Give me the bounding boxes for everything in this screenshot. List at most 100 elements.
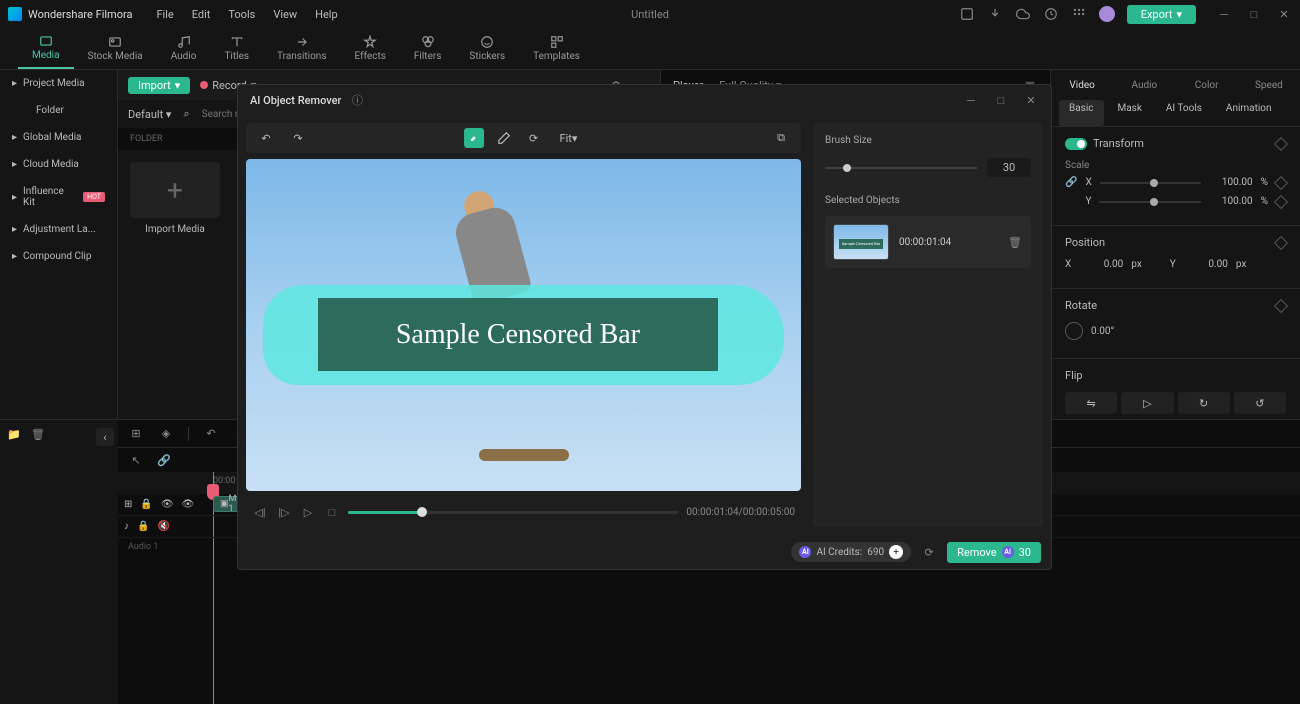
menu-help[interactable]: Help bbox=[315, 8, 338, 21]
magnet-icon[interactable]: ⊞ bbox=[128, 426, 144, 442]
flip-h-button[interactable]: ⇋ bbox=[1065, 392, 1117, 414]
compare-icon[interactable]: ⧉ bbox=[771, 128, 791, 148]
modal-scrubber[interactable] bbox=[348, 511, 678, 514]
scale-y-slider[interactable] bbox=[1099, 201, 1200, 203]
bin-icon[interactable]: 🗑 bbox=[30, 426, 46, 442]
keyframe-icon[interactable] bbox=[1274, 175, 1288, 189]
add-credits-button[interactable]: + bbox=[889, 545, 903, 559]
tab-stock[interactable]: Stock Media bbox=[74, 28, 157, 69]
undo-icon[interactable]: ↶ bbox=[203, 426, 219, 442]
import-button[interactable]: Import ▾ bbox=[128, 77, 190, 94]
history-icon[interactable] bbox=[1043, 6, 1059, 22]
sidebar-item-compound[interactable]: ▸Compound Clip bbox=[0, 243, 117, 270]
download-icon[interactable] bbox=[987, 6, 1003, 22]
brush-size-slider[interactable] bbox=[825, 167, 977, 169]
stop-icon[interactable]: □ bbox=[324, 504, 340, 520]
cloud-icon[interactable] bbox=[1015, 6, 1031, 22]
apps-icon[interactable] bbox=[1071, 6, 1087, 22]
refresh-icon[interactable]: ⟳ bbox=[921, 544, 937, 560]
import-media-card[interactable]: +Import Media bbox=[130, 162, 220, 235]
tab-media[interactable]: Media bbox=[18, 28, 74, 69]
next-frame-icon[interactable]: |▷ bbox=[276, 504, 292, 520]
tab-video[interactable]: Video bbox=[1051, 70, 1113, 100]
preview-canvas[interactable]: Sample Censored Bar bbox=[246, 159, 801, 491]
subtab-anim[interactable]: Animation bbox=[1216, 100, 1282, 126]
selected-object-item[interactable]: Sample Censored Bar 00:00:01:04 🗑 bbox=[825, 216, 1031, 268]
redo-icon[interactable]: ↷ bbox=[288, 128, 308, 148]
titlebar: Wondershare Filmora File Edit Tools View… bbox=[0, 0, 1300, 28]
play-icon[interactable]: ▷ bbox=[300, 504, 316, 520]
ai-credits-badge: AI AI Credits: 690 + bbox=[791, 542, 911, 562]
keyframe-icon[interactable] bbox=[1274, 235, 1288, 249]
flip-v-button[interactable]: ▷ bbox=[1121, 392, 1173, 414]
tab-audio-r[interactable]: Audio bbox=[1113, 70, 1175, 100]
remove-button[interactable]: Remove AI 30 bbox=[947, 542, 1041, 563]
undo-icon[interactable]: ↶ bbox=[256, 128, 276, 148]
delete-selection-icon[interactable]: 🗑 bbox=[1007, 234, 1023, 250]
subtab-ai[interactable]: AI Tools bbox=[1156, 100, 1212, 126]
modal-close-icon[interactable]: ✕ bbox=[1023, 92, 1039, 108]
keyframe-icon[interactable] bbox=[1274, 136, 1288, 150]
brush-tool[interactable] bbox=[464, 128, 484, 148]
maximize-icon[interactable]: □ bbox=[1246, 6, 1262, 22]
tab-audio[interactable]: Audio bbox=[157, 28, 211, 69]
menu-edit[interactable]: Edit bbox=[192, 8, 211, 21]
sidebar-item-adjustment[interactable]: ▸Adjustment La... bbox=[0, 216, 117, 243]
tab-speed[interactable]: Speed bbox=[1238, 70, 1300, 100]
tab-transitions[interactable]: Transitions bbox=[263, 28, 340, 69]
sidebar-item-global[interactable]: ▸Global Media bbox=[0, 124, 117, 151]
modal-sidebar: Brush Size 30 Selected Objects Sample Ce… bbox=[813, 123, 1043, 527]
rotate-dial[interactable] bbox=[1065, 322, 1083, 340]
sidebar-item-folder[interactable]: Folder bbox=[0, 97, 117, 124]
link-icon[interactable]: 🔗 bbox=[156, 452, 172, 468]
brush-size-label: Brush Size bbox=[825, 135, 1031, 146]
collapse-icon[interactable]: ‹ bbox=[96, 428, 114, 446]
tab-effects[interactable]: Effects bbox=[341, 28, 400, 69]
sidebar-item-influence[interactable]: ▸Influence KitHOT bbox=[0, 178, 117, 216]
app-logo: Wondershare Filmora bbox=[8, 7, 132, 21]
modal-maximize-icon[interactable]: □ bbox=[993, 92, 1009, 108]
transform-toggle[interactable] bbox=[1065, 138, 1087, 150]
close-icon[interactable]: ✕ bbox=[1276, 6, 1292, 22]
avatar[interactable] bbox=[1099, 6, 1115, 22]
save-icon[interactable] bbox=[959, 6, 975, 22]
tab-stickers[interactable]: Stickers bbox=[455, 28, 519, 69]
cursor-icon[interactable]: ↖ bbox=[128, 452, 144, 468]
info-icon[interactable]: ⓘ bbox=[349, 92, 365, 108]
prev-frame-icon[interactable]: ◁| bbox=[252, 504, 268, 520]
menu-file[interactable]: File bbox=[156, 8, 173, 21]
folder-add-icon[interactable]: 📁 bbox=[6, 426, 22, 442]
tab-color[interactable]: Color bbox=[1176, 70, 1238, 100]
rotate-cw-button[interactable]: ↻ bbox=[1178, 392, 1230, 414]
menu-tools[interactable]: Tools bbox=[228, 8, 255, 21]
menu-view[interactable]: View bbox=[273, 8, 297, 21]
minimize-icon[interactable]: ─ bbox=[1216, 6, 1232, 22]
export-button[interactable]: Export▾ bbox=[1127, 5, 1196, 24]
rotate-ccw-button[interactable]: ↺ bbox=[1234, 392, 1286, 414]
transform-label: Transform bbox=[1093, 137, 1144, 150]
subtab-basic[interactable]: Basic bbox=[1059, 100, 1104, 126]
modal-timecode: 00:00:01:04/00:00:05:00 bbox=[686, 507, 795, 518]
keyframe-icon[interactable] bbox=[1274, 194, 1288, 208]
tab-titles[interactable]: Titles bbox=[210, 28, 263, 69]
marker-icon[interactable]: ◈ bbox=[158, 426, 174, 442]
modal-playbar: ◁| |▷ ▷ □ 00:00:01:04/00:00:05:00 bbox=[246, 497, 801, 527]
brush-size-value[interactable]: 30 bbox=[987, 158, 1031, 177]
keyframe-icon[interactable] bbox=[1274, 298, 1288, 312]
position-label: Position bbox=[1065, 236, 1105, 249]
chevron-down-icon: ▾ bbox=[1176, 8, 1182, 21]
zoom-dropdown[interactable]: Fit ▾ bbox=[554, 128, 584, 148]
flip-label: Flip bbox=[1065, 369, 1083, 382]
sort-dropdown[interactable]: Default ▾ bbox=[128, 108, 171, 121]
tab-templates[interactable]: Templates bbox=[519, 28, 594, 69]
tab-filters[interactable]: Filters bbox=[400, 28, 456, 69]
sidebar-item-project[interactable]: ▸Project Media bbox=[0, 70, 117, 97]
eraser-tool[interactable] bbox=[494, 128, 514, 148]
sidebar-item-cloud[interactable]: ▸Cloud Media bbox=[0, 151, 117, 178]
folder-label: FOLDER bbox=[130, 134, 163, 144]
ai-icon: AI bbox=[1002, 546, 1014, 558]
reset-tool[interactable]: ⟳ bbox=[524, 128, 544, 148]
scale-x-slider[interactable] bbox=[1100, 182, 1201, 184]
subtab-mask[interactable]: Mask bbox=[1108, 100, 1152, 126]
modal-minimize-icon[interactable]: ─ bbox=[963, 92, 979, 108]
